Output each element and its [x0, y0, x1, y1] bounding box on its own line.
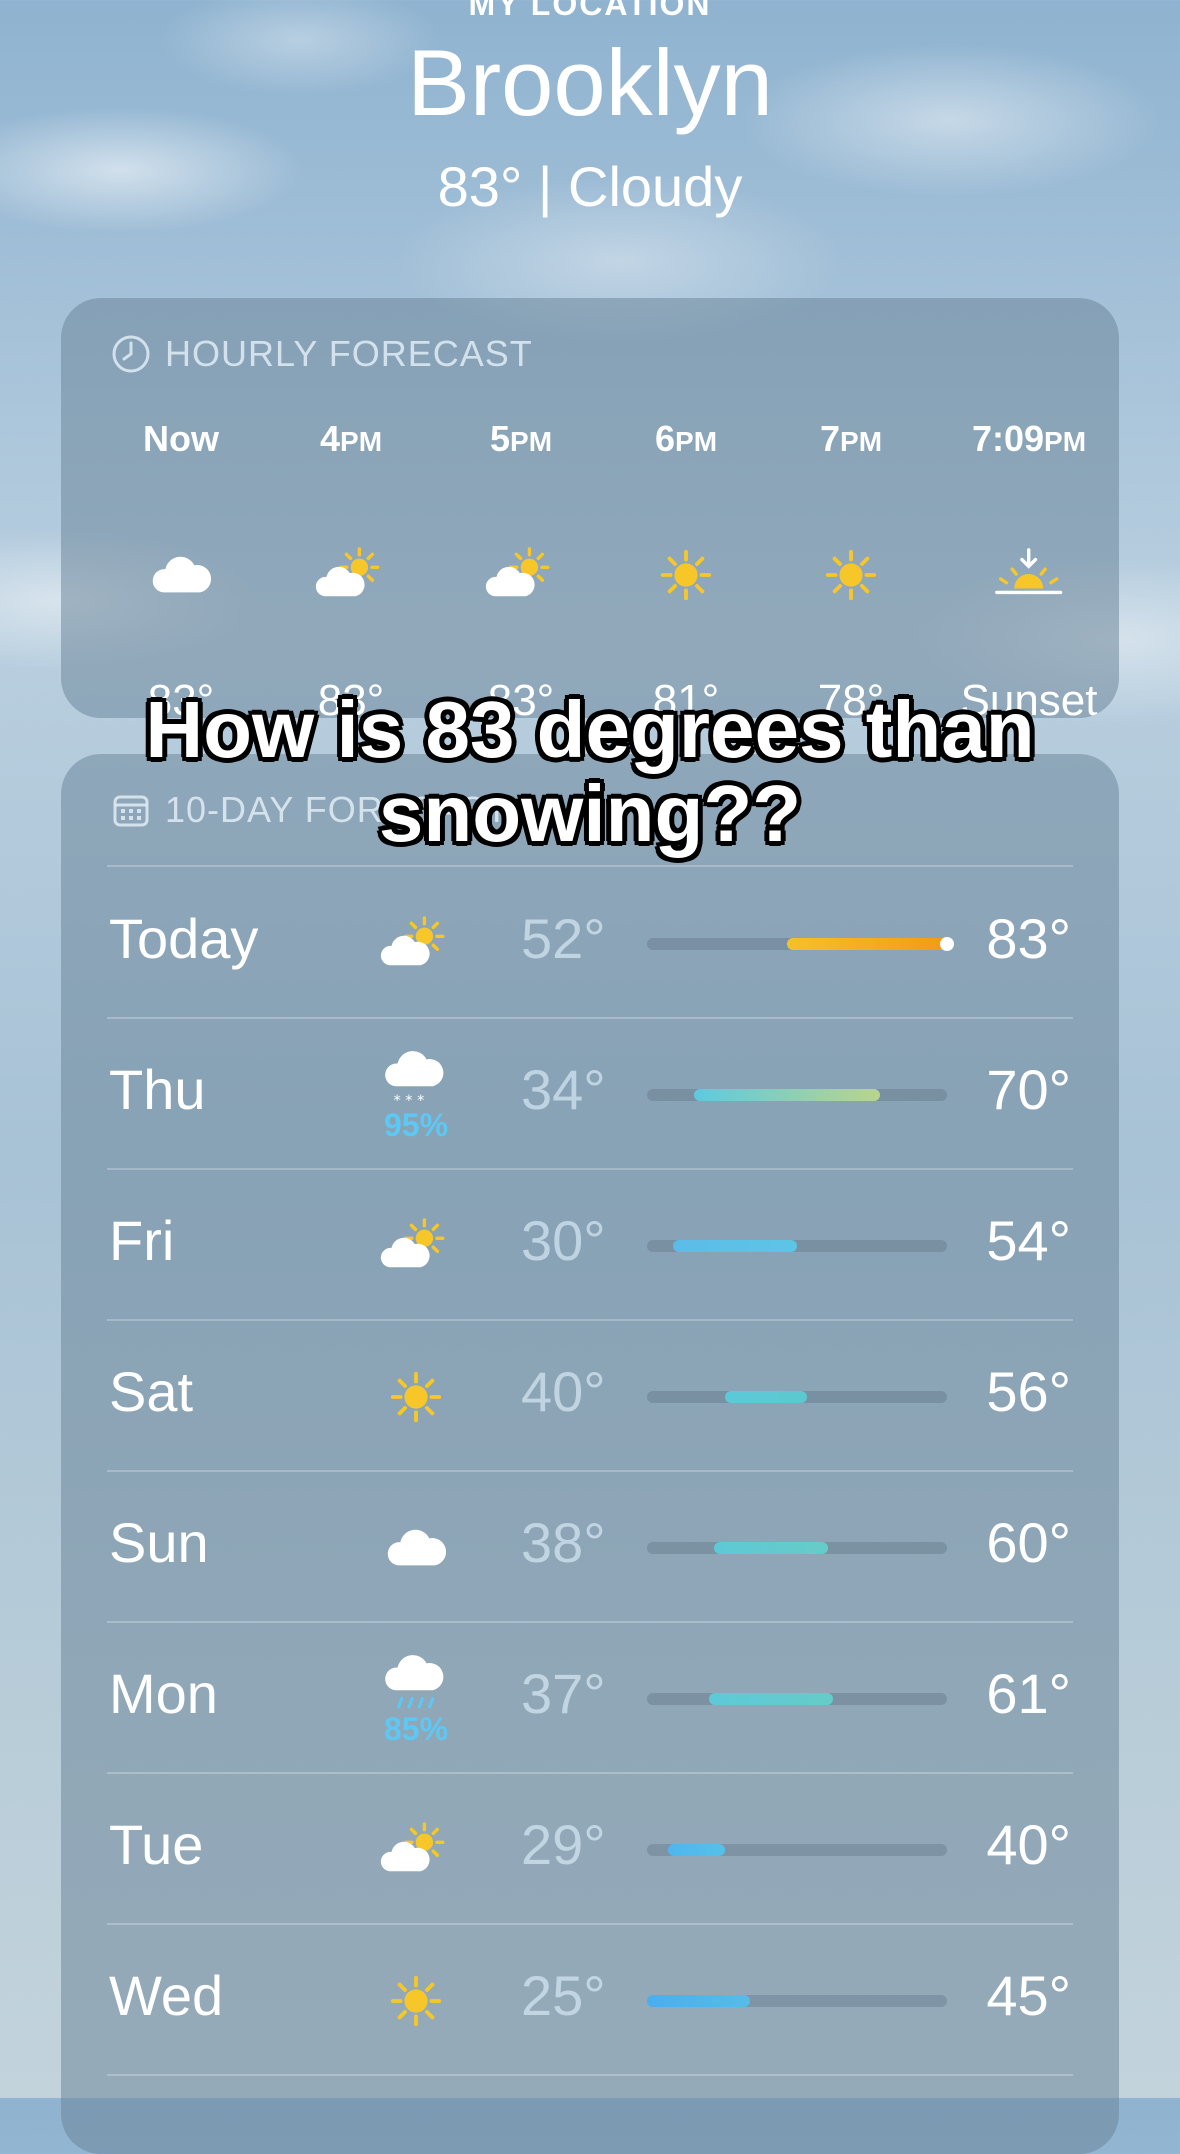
temperature-range-bar — [647, 1693, 947, 1705]
rain-cloud-icon: 85% — [351, 1649, 481, 1749]
day-label: Mon — [109, 1662, 218, 1725]
sun-icon — [351, 1347, 481, 1447]
low-temperature: 25° — [521, 1964, 606, 2027]
low-temperature: 38° — [521, 1511, 606, 1574]
city-name: Brooklyn — [407, 30, 773, 135]
temperature-range-bar — [647, 1995, 947, 2007]
hourly-item: 4PM 83° — [276, 418, 426, 718]
hour-time: 4 — [319, 418, 341, 459]
location-label: MY LOCATION — [468, 0, 712, 22]
temperature-range-fill — [714, 1542, 829, 1554]
sun-icon — [776, 530, 926, 620]
cloud-icon — [106, 530, 256, 620]
hourly-item: 7:09PM Sunset — [954, 418, 1104, 718]
overlay-caption: How is 83 degrees than snowing?? — [145, 685, 1035, 858]
temperature-range-fill — [724, 1391, 808, 1403]
partly-sunny-icon — [351, 1800, 481, 1900]
temperature-range-fill — [709, 1693, 834, 1705]
low-temperature: 30° — [521, 1209, 606, 1272]
sun-icon — [611, 530, 761, 620]
high-temperature: 83° — [986, 907, 1071, 970]
temperature-range-fill — [647, 1995, 751, 2007]
day-label: Fri — [109, 1209, 175, 1272]
temperature-range-bar — [647, 937, 954, 951]
hour-time: 6 — [654, 418, 676, 459]
temperature-range-fill — [667, 1844, 725, 1856]
high-temperature: 45° — [986, 1964, 1071, 2027]
partly-sunny-icon — [446, 530, 596, 620]
current-conditions: 83° | Cloudy — [437, 155, 743, 218]
high-temperature: 60° — [986, 1511, 1071, 1574]
temperature-range-fill — [693, 1089, 880, 1101]
hour-label: 7PM — [776, 418, 926, 462]
day-label: Wed — [109, 1964, 224, 2027]
day-label: Tue — [109, 1813, 204, 1876]
hour-time: 5 — [489, 418, 511, 459]
snow-cloud-icon: * * * 95% — [351, 1045, 481, 1145]
row-divider — [107, 2074, 1073, 2076]
hour-label: 5PM — [446, 418, 596, 462]
hourly-item: Now 83° — [106, 418, 256, 718]
forecast-row-today[interactable]: Today 52° 83° — [61, 866, 1119, 1017]
hour-label: 7:09PM — [954, 418, 1104, 462]
clock-icon — [112, 335, 150, 373]
low-temperature: 40° — [521, 1360, 606, 1423]
ten-day-forecast-card[interactable]: 10-DAY FORECAST Today 52° 83° Thu * * * 95% 34… — [61, 754, 1119, 2154]
temperature-range-bar — [647, 1542, 947, 1554]
day-label: Sun — [109, 1511, 209, 1574]
temperature-range-bar — [647, 1844, 947, 1856]
hour-label: Now — [106, 418, 256, 462]
current-temperature-dot — [940, 937, 954, 951]
forecast-row-thu[interactable]: Thu * * * 95% 34° 70° — [61, 1017, 1119, 1168]
temperature-range-bar — [647, 1240, 947, 1252]
forecast-row-fri[interactable]: Fri 30° 54° — [61, 1168, 1119, 1319]
high-temperature: 40° — [986, 1813, 1071, 1876]
forecast-row-mon[interactable]: Mon 85% 37° 61° — [61, 1621, 1119, 1772]
low-temperature: 29° — [521, 1813, 606, 1876]
hour-time: 7:09 — [971, 418, 1045, 459]
hour-time: Now — [143, 418, 219, 459]
high-temperature: 54° — [986, 1209, 1071, 1272]
partly-sunny-icon — [276, 530, 426, 620]
hourly-forecast-card[interactable]: HOURLY FORECAST Now 83° 4PM 83° 5PM 83° 6PM 81°… — [61, 298, 1119, 718]
hour-suffix: PM — [510, 426, 553, 457]
partly-sunny-icon — [351, 1196, 481, 1296]
hour-suffix: PM — [675, 426, 718, 457]
hour-suffix: PM — [840, 426, 883, 457]
temperature-range-bar — [647, 1391, 947, 1403]
forecast-row-wed[interactable]: Wed 25° 45° — [61, 1923, 1119, 2074]
hourly-item: 5PM 83° — [446, 418, 596, 718]
forecast-row-sat[interactable]: Sat 40° 56° — [61, 1319, 1119, 1470]
low-temperature: 52° — [521, 907, 606, 970]
precipitation-chance: 85% — [383, 1710, 449, 1747]
hourly-item: 6PM 81° — [611, 418, 761, 718]
low-temperature: 34° — [521, 1058, 606, 1121]
day-label: Sat — [109, 1360, 194, 1423]
temperature-range-bar — [647, 1089, 947, 1101]
high-temperature: 61° — [986, 1662, 1071, 1725]
sun-icon — [351, 1951, 481, 2051]
day-label: Today — [109, 907, 259, 970]
high-temperature: 70° — [986, 1058, 1071, 1121]
hour-label: 6PM — [611, 418, 761, 462]
low-temperature: 37° — [521, 1662, 606, 1725]
temperature-range-fill — [786, 938, 947, 950]
hour-label: 4PM — [276, 418, 426, 462]
forecast-row-sun[interactable]: Sun 38° 60° — [61, 1470, 1119, 1621]
hour-suffix: PM — [1044, 426, 1087, 457]
hourly-item: 7PM 78° — [776, 418, 926, 718]
high-temperature: 56° — [986, 1360, 1071, 1423]
forecast-row-tue[interactable]: Tue 29° 40° — [61, 1772, 1119, 1923]
day-label: Thu — [109, 1058, 206, 1121]
hourly-forecast-title: HOURLY FORECAST — [111, 333, 533, 375]
precipitation-chance: 95% — [383, 1106, 449, 1143]
hour-time: 7 — [819, 418, 841, 459]
cloud-icon — [351, 1498, 481, 1598]
temperature-range-fill — [672, 1240, 797, 1252]
hour-suffix: PM — [340, 426, 383, 457]
partly-sunny-icon — [351, 894, 481, 994]
hourly-title-text: HOURLY FORECAST — [165, 333, 533, 374]
sunset-icon — [954, 530, 1104, 620]
